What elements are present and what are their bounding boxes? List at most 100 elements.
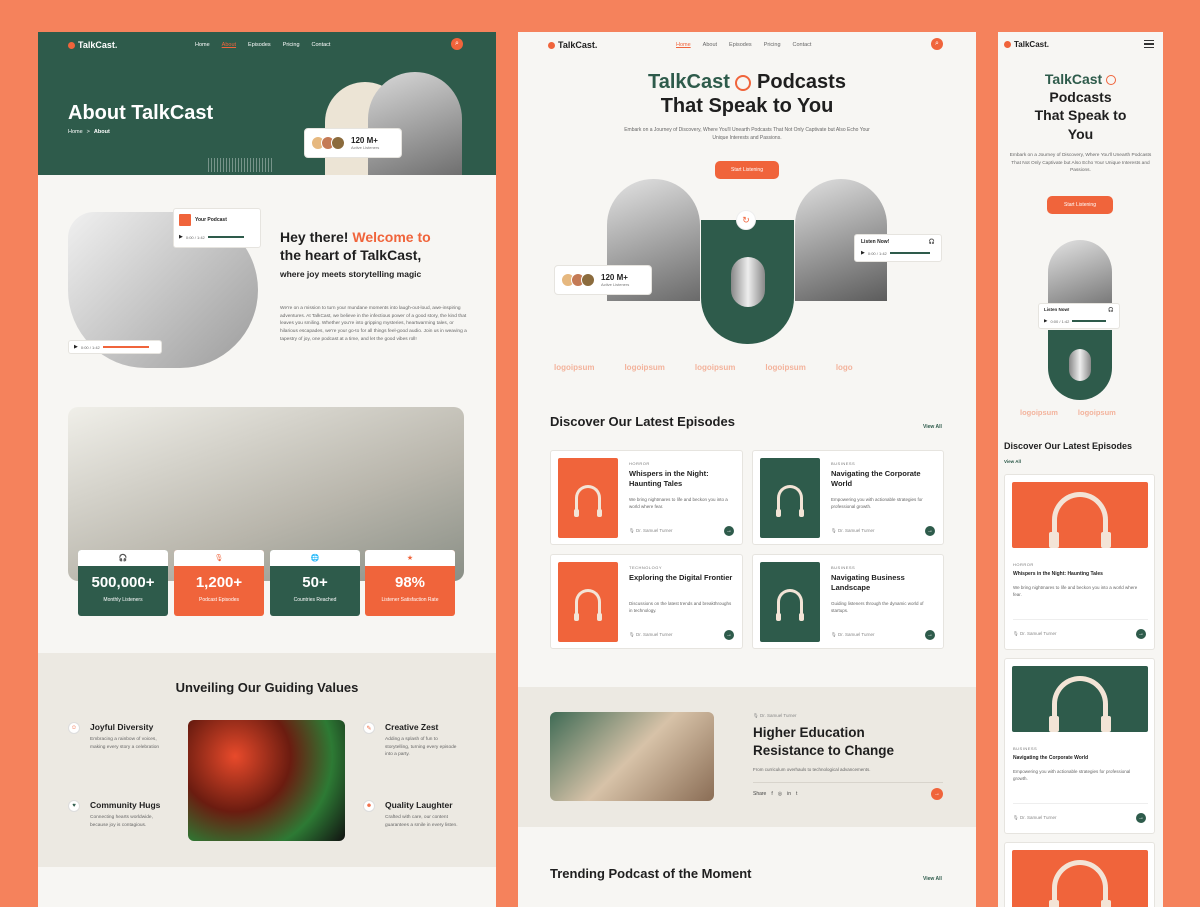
nav-episodes[interactable]: Episodes: [248, 42, 271, 48]
view-all-link[interactable]: View All: [923, 424, 942, 430]
episode-thumbnail: [760, 458, 820, 538]
episodes-title: Discover Our Latest Episodes: [550, 414, 735, 429]
play-icon[interactable]: ▶: [179, 234, 183, 240]
podcast-player-card: Your Podcast ▶ 0:00 / 1:42: [173, 208, 261, 248]
page-title: About TalkCast: [68, 102, 214, 124]
view-all-link[interactable]: View All: [1004, 459, 1021, 464]
twitter-icon[interactable]: t: [796, 791, 797, 797]
arrow-right-icon[interactable]: →: [1136, 629, 1146, 639]
arrow-right-icon: →: [934, 791, 940, 797]
nav-about[interactable]: About: [703, 42, 717, 48]
arrow-right-icon[interactable]: →: [925, 630, 935, 640]
headphones-icon: [776, 589, 804, 621]
episode-thumbnail: [1012, 482, 1148, 548]
value-item: ♥ Community Hugs Connecting hearts worldw…: [68, 800, 164, 829]
avatar-group: [311, 136, 345, 150]
nav-home[interactable]: Home: [195, 42, 210, 48]
arrow-right-icon[interactable]: →: [724, 526, 734, 536]
linkedin-icon[interactable]: in: [787, 791, 791, 797]
home-page-panel: TalkCast. Home About Episodes Pricing Co…: [518, 32, 976, 907]
waveform-decoration: [208, 158, 273, 172]
laugh-icon: ☻: [363, 800, 375, 812]
partner-logo: logoipsum: [1020, 408, 1058, 417]
brand-logo[interactable]: TalkCast.: [548, 40, 597, 50]
share-row: Share f ◎ in t: [753, 791, 798, 797]
hero-title: TalkCast Podcasts That Speak to You: [648, 71, 846, 117]
refresh-icon[interactable]: ↻: [736, 210, 756, 230]
avatar: [331, 136, 345, 150]
view-all-link[interactable]: View All: [923, 876, 942, 882]
search-icon: ⌕: [935, 40, 939, 47]
arrow-right-icon[interactable]: →: [724, 630, 734, 640]
instagram-icon[interactable]: ◎: [778, 791, 782, 797]
headphones-icon: [574, 589, 602, 621]
microphone-icon: 🎙: [629, 632, 636, 637]
episode-card[interactable]: BUSINESS Navigating the Corporate World …: [1004, 658, 1155, 834]
partner-logo: logoipsum: [554, 363, 595, 372]
globe-icon: 🌐: [270, 550, 360, 566]
progress-bar[interactable]: [207, 236, 244, 238]
microphone-showcase: [701, 220, 794, 344]
microphone-image: [730, 257, 765, 307]
main-nav: Home About Episodes Pricing Contact: [195, 42, 330, 48]
player-time: 0:00 / 1:42: [867, 250, 887, 256]
microphone-logo-icon: [548, 41, 555, 49]
start-listening-button[interactable]: Start Listening: [1047, 196, 1113, 214]
menu-icon[interactable]: [1144, 40, 1154, 48]
nav-pricing[interactable]: Pricing: [283, 42, 300, 48]
arrow-right-icon[interactable]: →: [1136, 813, 1146, 823]
arrow-right-icon[interactable]: →: [925, 526, 935, 536]
episode-card[interactable]: BUSINESS Navigating the Corporate World …: [752, 450, 944, 545]
play-icon[interactable]: ▶: [861, 250, 865, 256]
episode-card[interactable]: TECHNOLOGY Exploring the Digital Frontie…: [550, 554, 743, 649]
nav-contact[interactable]: Contact: [312, 42, 331, 48]
brand-logo[interactable]: TalkCast.: [1004, 40, 1049, 49]
start-listening-button[interactable]: Start Listening: [715, 161, 779, 179]
mobile-page-panel: TalkCast. TalkCast Podcasts That Speak t…: [998, 32, 1163, 907]
breadcrumb-current: About: [93, 129, 110, 135]
progress-bar[interactable]: [102, 346, 149, 348]
nav-contact[interactable]: Contact: [793, 42, 812, 48]
breadcrumb-home[interactable]: Home: [68, 129, 83, 135]
listeners-label: Active Listeners: [601, 282, 630, 287]
microphone-showcase: [1048, 330, 1112, 400]
microphone-icon: [1106, 75, 1117, 86]
partner-logo: logoipsum: [694, 363, 736, 372]
stat-episodes: 🎙 1,200+ Podcast Episodes: [174, 550, 264, 616]
progress-bar[interactable]: [1072, 320, 1107, 322]
stat-listeners: 🎧 500,000+ Monthly Listeners: [78, 550, 168, 616]
listeners-badge: 120 M+ Active Listeners: [554, 265, 652, 295]
episode-card[interactable]: HORROR Whispers in the Night: Haunting T…: [1004, 474, 1155, 650]
player-time: 0:00 / 1:42: [80, 344, 100, 350]
headphones-icon: 🎧: [928, 239, 935, 245]
listeners-count: 120 M+: [351, 136, 378, 145]
microphone-icon: 🎙: [831, 528, 838, 533]
nav-episodes[interactable]: Episodes: [729, 42, 752, 48]
microphone-image: [1069, 349, 1091, 381]
feature-arrow-button[interactable]: →: [931, 788, 943, 800]
episode-card[interactable]: BUSINESS Navigating Business Landscape G…: [752, 554, 944, 649]
host-photo: [368, 72, 462, 175]
episode-card[interactable]: [1004, 842, 1155, 907]
welcome-body: We're on a mission to turn your mundane …: [280, 306, 467, 342]
brand-logo[interactable]: TalkCast.: [68, 40, 117, 50]
facebook-icon[interactable]: f: [771, 791, 772, 797]
progress-bar[interactable]: [889, 252, 930, 254]
nav-pricing[interactable]: Pricing: [764, 42, 781, 48]
hero-subtitle: Embark on a Journey of Discovery, Where …: [624, 127, 870, 141]
headphones-icon: [1049, 492, 1111, 548]
play-icon[interactable]: ▶: [74, 344, 78, 350]
stat-satisfaction: ★ 98% Listener Satisfaction Rate: [365, 550, 455, 616]
partner-logo: logo: [835, 363, 853, 372]
partner-logos: logoipsum logoipsum logoipsum logoipsum …: [554, 363, 853, 372]
listeners-badge: 120 M+ Active Listeners: [304, 128, 402, 158]
listen-now-card: Listen Now! 🎧 ▶ 0:00 / 1:42: [854, 234, 942, 262]
play-icon[interactable]: ▶: [1044, 318, 1047, 324]
episode-thumbnail: [558, 562, 618, 642]
nav-home[interactable]: Home: [676, 42, 691, 48]
search-button[interactable]: ⌕: [451, 38, 463, 50]
search-button[interactable]: ⌕: [931, 38, 943, 50]
nav-about[interactable]: About: [222, 42, 236, 48]
episode-card[interactable]: HORROR Whispers in the Night: Haunting T…: [550, 450, 743, 545]
partner-logo: logoipsum: [624, 363, 665, 372]
